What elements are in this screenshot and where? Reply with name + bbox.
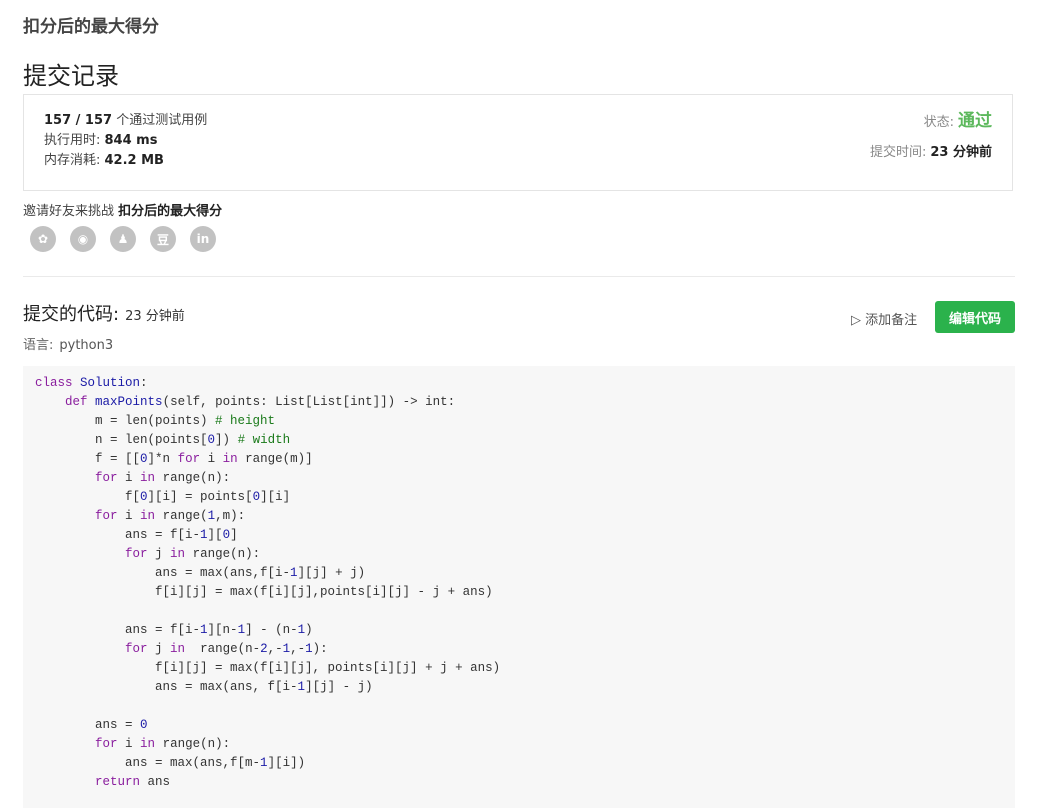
status-badge: 通过: [958, 111, 992, 131]
code-line: ans = max(ans,f[m-1][i]): [35, 756, 306, 770]
code-line: ans = f[i-1][n-1] - (n-1): [35, 623, 313, 637]
language-value: python3: [59, 338, 114, 353]
code-line: f[i][j] = max(f[i][j],points[i][j] - j +…: [35, 585, 493, 599]
code-line: ans = 0: [35, 718, 148, 732]
add-note-button[interactable]: ▷ 添加备注: [851, 309, 917, 328]
invite-problem: 扣分后的最大得分: [118, 204, 223, 219]
code-time: 23 分钟前: [125, 309, 185, 324]
problem-title[interactable]: 扣分后的最大得分: [23, 12, 159, 37]
runtime-row: 执行用时: 844 ms: [44, 131, 207, 151]
share-qq-icon[interactable]: ♟: [110, 226, 136, 252]
code-line: for i in range(1,m):: [95, 509, 246, 523]
code-line: for j in range(n-2,-1,-1):: [125, 642, 328, 656]
code-title: 提交的代码:: [23, 304, 120, 325]
flag-icon: ▷: [851, 313, 866, 328]
code-line: ans = f[i-1][0]: [35, 528, 238, 542]
code-line: ans = max(ans, f[i-1][j] - j): [35, 680, 373, 694]
code-line: ans = max(ans,f[i-1][j] + j): [35, 566, 366, 580]
page-title: 提交记录: [23, 62, 119, 90]
result-stats: 157 / 157 个通过测试用例 执行用时: 844 ms 内存消耗: 42.…: [44, 111, 207, 171]
code-line: n = len(points[0]) # width: [35, 433, 291, 447]
code-line: return ans: [95, 775, 171, 789]
code-section-title: 提交的代码: 23 分钟前: [23, 300, 185, 326]
code-line: for i in range(n):: [95, 471, 231, 485]
edit-code-button[interactable]: 编辑代码: [935, 301, 1015, 333]
code-viewer[interactable]: class Solution: def maxPoints(self, poin…: [23, 366, 1015, 808]
status-block: 状态: 通过 提交时间: 23 分钟前: [870, 109, 992, 173]
code-line: def maxPoints(self, points: List[List[in…: [65, 395, 456, 409]
share-linkedin-icon[interactable]: in: [190, 226, 216, 252]
submit-time-value: 23 分钟前: [930, 145, 992, 160]
code-line: for j in range(n):: [125, 547, 261, 561]
submission-page: 扣分后的最大得分 提交记录 157 / 157 个通过测试用例 执行用时: 84…: [0, 0, 1037, 808]
code-line: f[i][j] = max(f[i][j], points[i][j] + j …: [35, 661, 501, 675]
submit-time-row: 提交时间: 23 分钟前: [870, 141, 992, 173]
submit-time-label: 提交时间:: [869, 145, 927, 160]
status-label: 状态:: [923, 115, 954, 130]
divider: [23, 276, 1015, 277]
add-note-label: 添加备注: [865, 313, 918, 328]
share-buttons: ✿ ◉ ♟ 豆 in: [30, 226, 216, 252]
code-line: for i in range(n):: [95, 737, 231, 751]
runtime-label: 执行用时:: [44, 133, 105, 148]
code-line: m = len(points) # height: [35, 414, 276, 428]
code-line: class Solution:: [35, 376, 148, 390]
invite-prefix: 邀请好友来挑战: [23, 204, 119, 219]
memory-row: 内存消耗: 42.2 MB: [44, 151, 207, 171]
memory-value: 42.2 MB: [104, 153, 164, 168]
share-douban-icon[interactable]: 豆: [150, 226, 176, 252]
runtime-value: 844 ms: [104, 133, 158, 148]
share-weibo-icon[interactable]: ◉: [70, 226, 96, 252]
invite-text: 邀请好友来挑战 扣分后的最大得分: [23, 200, 222, 219]
tests-passed: 157 / 157: [44, 113, 113, 128]
share-wechat-icon[interactable]: ✿: [30, 226, 56, 252]
code-line: f[0][i] = points[0][i]: [35, 490, 291, 504]
code-line: f = [[0]*n for i in range(m)]: [35, 452, 313, 466]
submission-summary: 157 / 157 个通过测试用例 执行用时: 844 ms 内存消耗: 42.…: [23, 94, 1013, 191]
memory-label: 内存消耗:: [44, 153, 105, 168]
tests-row: 157 / 157 个通过测试用例: [44, 111, 207, 131]
tests-label: 个通过测试用例: [112, 113, 208, 128]
language-label: 语言:: [23, 338, 54, 353]
language-row: 语言: python3: [23, 334, 113, 353]
status-row: 状态: 通过: [870, 109, 992, 141]
